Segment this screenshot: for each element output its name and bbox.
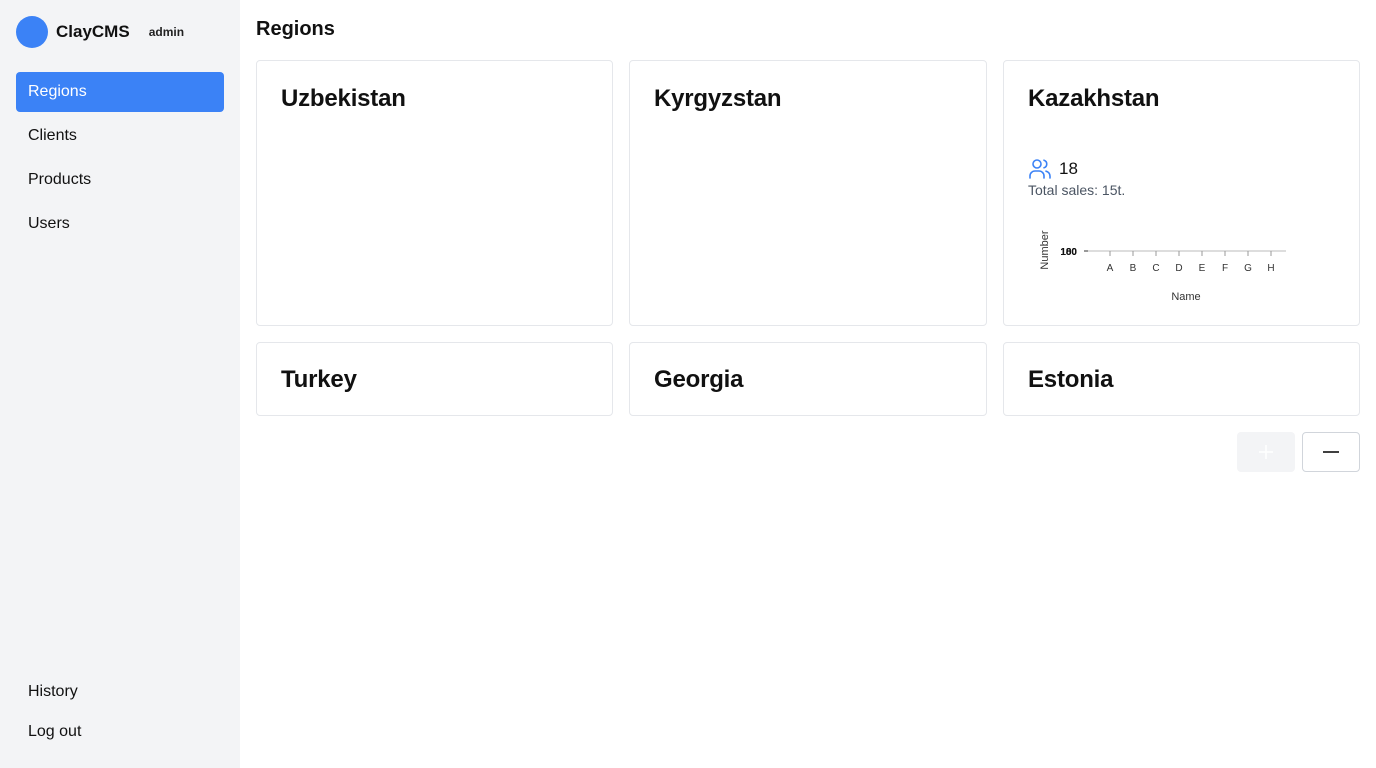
chart-marks: A B C D E F G H [1107, 251, 1275, 274]
nav-item-logout[interactable]: Log out [16, 712, 224, 752]
region-name: Kyrgyzstan [654, 85, 782, 112]
sales-bar-chart: Number 100 180 ABCDEFGH Name [1039, 230, 1286, 303]
main-nav: Regions Clients Products Users [16, 72, 224, 248]
add-region-button[interactable] [1237, 432, 1295, 472]
region-name: Uzbekistan [281, 85, 406, 112]
logo [16, 16, 48, 48]
region-card-kyrgyzstan[interactable]: Kyrgyzstan [629, 60, 987, 326]
region-card-estonia[interactable]: Estonia [1003, 342, 1360, 416]
region-card-turkey[interactable]: Turkey [256, 342, 613, 416]
total-sales: Total sales: 15t. [1028, 182, 1126, 198]
nav-item-history[interactable]: History [16, 672, 224, 712]
nav-item-regions[interactable]: Regions [16, 72, 224, 112]
x-tick-label: D [1175, 263, 1182, 274]
nav-item-products[interactable]: Products [16, 160, 224, 200]
brand: ClayCMS admin [16, 16, 184, 48]
x-tick-label: E [1199, 263, 1206, 274]
brand-name: ClayCMS [56, 22, 130, 41]
x-tick-label: G [1244, 263, 1252, 274]
clients-count: 18 [1059, 159, 1078, 178]
nav-item-clients[interactable]: Clients [16, 116, 224, 156]
y-tick-label: 180 [1060, 247, 1077, 258]
sidebar: ClayCMS admin Regions Clients Products U… [0, 0, 240, 768]
region-card-uzbekistan[interactable]: Uzbekistan [256, 60, 613, 326]
user-role-label: admin [148, 25, 185, 39]
minus-icon [1323, 451, 1339, 453]
x-tick-label: H [1267, 263, 1274, 274]
region-card-kazakhstan[interactable]: Kazakhstan 18 Total sales: 15t. Number 1… [1003, 60, 1360, 326]
x-tick-label: A [1107, 263, 1114, 274]
clients-stat: 18 [1028, 157, 1078, 181]
page-title: Regions [256, 18, 335, 40]
region-name: Estonia [1028, 366, 1114, 393]
region-name: Georgia [654, 366, 744, 393]
x-tick-label: C [1152, 263, 1159, 274]
y-axis-label: Number [1039, 230, 1051, 269]
x-axis-label: Name [1171, 291, 1200, 303]
x-tick-label: F [1222, 263, 1228, 274]
remove-region-button[interactable] [1302, 432, 1360, 472]
bottom-nav: History Log out [16, 672, 224, 752]
users-icon [1029, 159, 1051, 179]
nav-item-users[interactable]: Users [16, 204, 224, 244]
x-tick-label: B [1130, 263, 1137, 274]
region-name: Turkey [281, 366, 357, 393]
region-name: Kazakhstan [1028, 85, 1160, 112]
plus-icon [1259, 445, 1273, 459]
region-card-georgia[interactable]: Georgia [629, 342, 987, 416]
